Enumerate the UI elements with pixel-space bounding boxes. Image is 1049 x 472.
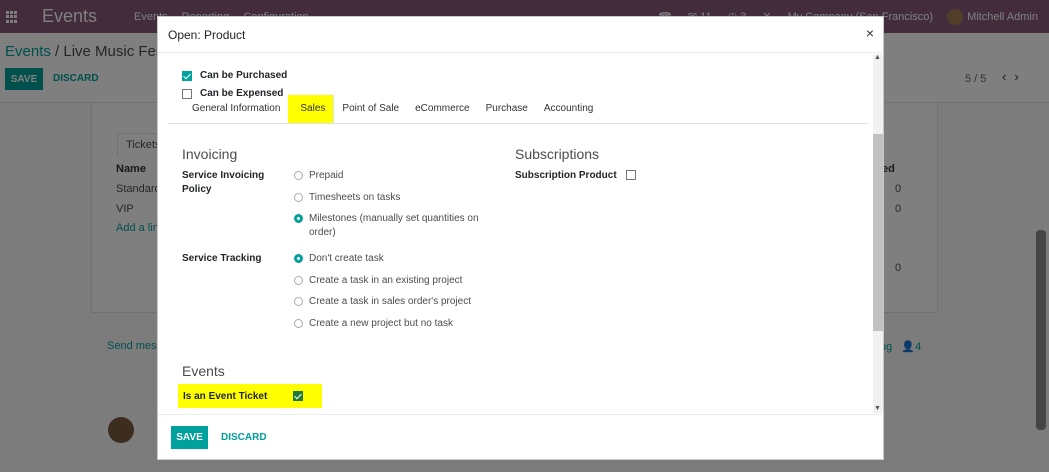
radio-label: Create a task in an existing project <box>309 275 463 286</box>
tab-purchase[interactable]: Purchase <box>478 95 536 123</box>
event-ticket-label: Is an Event Ticket <box>183 390 268 402</box>
scrollbar-thumb[interactable] <box>873 134 883 331</box>
radio-dont-create-task[interactable]: Don't create task <box>294 252 384 266</box>
dialog-body: Can be Purchased Can be Expensed General… <box>158 54 873 413</box>
subscriptions-title: Subscriptions <box>515 146 600 162</box>
dialog-scrollbar[interactable]: ▲ ▼ <box>873 54 883 413</box>
radio-label: Create a new project but no task <box>309 318 453 329</box>
subscription-product-checkbox[interactable] <box>626 170 636 180</box>
event-ticket-field: Is an Event Ticket <box>178 384 322 408</box>
tab-sales[interactable]: Sales <box>288 95 335 123</box>
dialog-discard-button[interactable]: DISCARD <box>221 432 267 443</box>
radio-button[interactable] <box>294 276 303 285</box>
tab-accounting[interactable]: Accounting <box>536 95 601 123</box>
can-be-purchased-checkbox[interactable] <box>182 70 192 81</box>
radio-label: Milestones (manually set quantities on o… <box>309 213 479 238</box>
radio-task-sales-order-project[interactable]: Create a task in sales order's project <box>294 295 471 309</box>
can-be-purchased-field: Can be Purchased <box>182 70 287 81</box>
service-invoicing-policy-label: Service Invoicing Policy <box>182 170 265 195</box>
tab-general-information[interactable]: General Information <box>184 95 288 123</box>
close-icon[interactable]: × <box>866 25 874 41</box>
radio-button[interactable] <box>294 214 303 223</box>
radio-button[interactable] <box>294 319 303 328</box>
radio-milestones[interactable]: Milestones (manually set quantities on o… <box>294 212 484 240</box>
dialog-save-button[interactable]: SAVE <box>171 426 208 449</box>
tabs-divider <box>168 123 868 124</box>
dialog-title: Open: Product <box>168 28 246 42</box>
radio-new-project-no-task[interactable]: Create a new project but no task <box>294 317 453 331</box>
radio-button[interactable] <box>294 193 303 202</box>
tab-point-of-sale[interactable]: Point of Sale <box>334 95 407 123</box>
radio-label: Don't create task <box>309 253 384 264</box>
notebook-tabs: General Information Sales Point of Sale … <box>184 95 601 123</box>
radio-label: Timesheets on tasks <box>309 192 401 203</box>
radio-button[interactable] <box>294 297 303 306</box>
radio-prepaid[interactable]: Prepaid <box>294 169 343 183</box>
radio-button[interactable] <box>294 171 303 180</box>
scroll-up-icon[interactable]: ▲ <box>874 54 881 61</box>
events-title: Events <box>182 363 225 379</box>
dialog-footer: SAVE DISCARD <box>158 414 883 460</box>
radio-task-existing-project[interactable]: Create a task in an existing project <box>294 274 462 288</box>
product-dialog: Open: Product × Can be Purchased Can be … <box>157 16 884 460</box>
dialog-header: Open: Product × <box>158 17 883 53</box>
can-be-purchased-label: Can be Purchased <box>200 70 288 81</box>
event-ticket-checkbox[interactable] <box>293 391 303 401</box>
invoicing-title: Invoicing <box>182 146 238 162</box>
service-tracking-label: Service Tracking <box>182 253 262 264</box>
radio-label: Prepaid <box>309 170 344 181</box>
radio-timesheets[interactable]: Timesheets on tasks <box>294 191 400 205</box>
subscription-product-label: Subscription Product <box>515 170 617 181</box>
scroll-down-icon[interactable]: ▼ <box>874 405 881 412</box>
radio-button[interactable] <box>294 254 303 263</box>
radio-label: Create a task in sales order's project <box>309 296 471 307</box>
tab-ecommerce[interactable]: eCommerce <box>407 95 477 123</box>
